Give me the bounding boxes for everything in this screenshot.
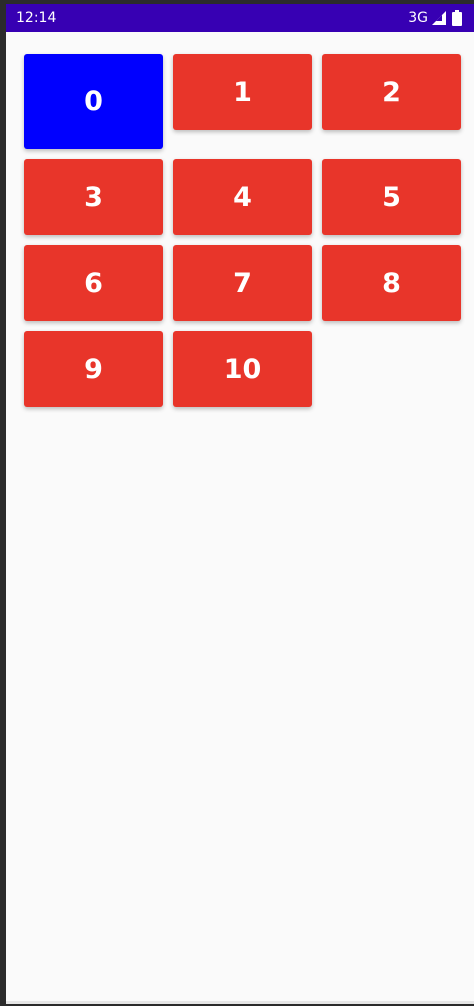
phone-screen: 12:14 3G 0 1 2 3 4 5 6 7 8 9 10 bbox=[6, 4, 474, 1004]
tile-8-label: 8 bbox=[382, 267, 401, 299]
tile-9[interactable]: 9 bbox=[24, 331, 163, 407]
tile-10-label: 10 bbox=[223, 353, 262, 385]
tile-6-label: 6 bbox=[84, 267, 103, 299]
tile-1-label: 1 bbox=[233, 76, 252, 108]
tile-7[interactable]: 7 bbox=[173, 245, 312, 321]
tile-4-label: 4 bbox=[233, 181, 252, 213]
tile-0[interactable]: 0 bbox=[24, 54, 163, 149]
tile-10[interactable]: 10 bbox=[173, 331, 312, 407]
tile-0-label: 0 bbox=[84, 86, 103, 117]
tile-1[interactable]: 1 bbox=[173, 54, 312, 130]
tile-3-label: 3 bbox=[84, 181, 103, 213]
tile-2-label: 2 bbox=[382, 76, 401, 108]
tile-6[interactable]: 6 bbox=[24, 245, 163, 321]
tile-2[interactable]: 2 bbox=[322, 54, 461, 130]
tile-7-label: 7 bbox=[233, 267, 252, 299]
tile-3[interactable]: 3 bbox=[24, 159, 163, 235]
tile-5[interactable]: 5 bbox=[322, 159, 461, 235]
number-grid: 0 1 2 3 4 5 6 7 8 9 10 bbox=[6, 4, 474, 1004]
tile-4[interactable]: 4 bbox=[173, 159, 312, 235]
tile-8[interactable]: 8 bbox=[322, 245, 461, 321]
tile-9-label: 9 bbox=[84, 353, 103, 385]
navigation-bar bbox=[6, 1001, 474, 1004]
tile-5-label: 5 bbox=[382, 181, 401, 213]
